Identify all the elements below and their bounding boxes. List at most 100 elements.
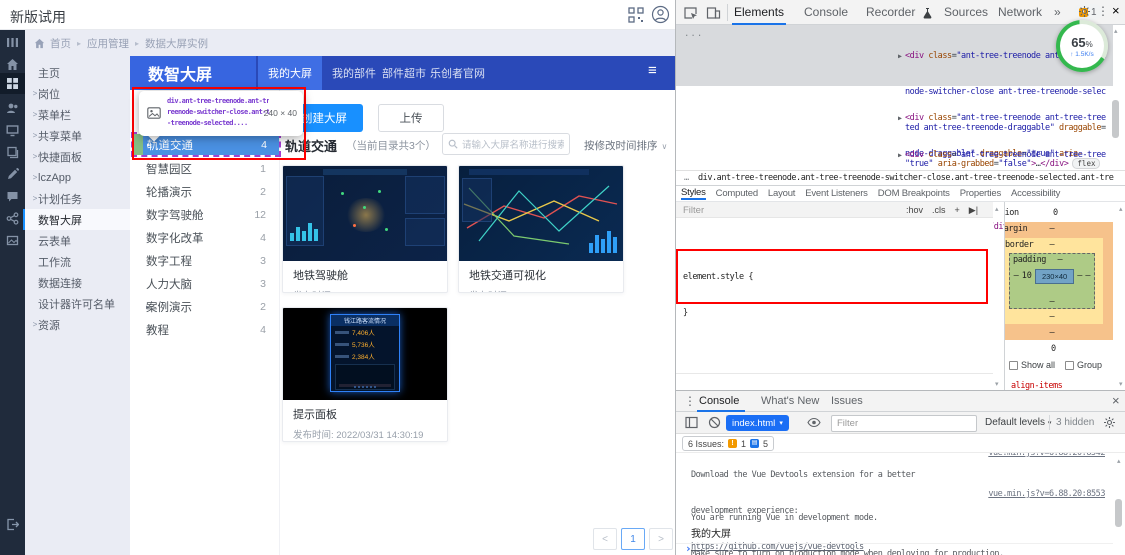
tab-properties[interactable]: Properties [960,188,1001,199]
breadcrumb-app-management[interactable]: 应用管理 [87,36,129,51]
sidebar-item-designer-license[interactable]: 设计器许可名单 [25,293,130,314]
expand-panel-icon[interactable]: ▶| [969,205,978,216]
drawer-tab-whats-new[interactable]: What's New [761,395,819,407]
share-nodes-icon[interactable] [6,212,19,225]
devtools-tab-elements[interactable]: Elements [734,5,784,19]
sidebar-item-data-connection[interactable]: 数据连接 [25,272,130,293]
tab-event-listeners[interactable]: Event Listeners [805,188,867,199]
close-drawer-icon[interactable]: × [1112,393,1120,408]
css-rule-selected-bg[interactable]: 155.f96d202…e0620.css:1.lcz-mange-tree-c… [676,373,993,390]
tree-item-carousel-demo[interactable]: 轮播演示2 [130,181,278,203]
tree-item-digital-engineering[interactable]: 数字工程3 [130,250,278,272]
device-toolbar-icon[interactable] [706,5,721,20]
close-devtools-icon[interactable]: × [1112,3,1120,18]
sidebar-item-home[interactable]: 主页 [25,62,130,83]
screen-card-metro-visualization[interactable]: 地铁交通可视化 发布时间: 2022/01/21 11:44:40 [458,165,624,293]
tree-item-digital-cockpit[interactable]: 数字驾驶舱12 [130,204,278,226]
styles-filter-input[interactable]: Filter [683,205,704,216]
context-selector[interactable]: index.html▾ [726,415,789,431]
devtools-tab-network[interactable]: Network [998,5,1042,19]
sort-select[interactable]: 按修改时间排序∨ [584,138,667,153]
scroll-up-icon[interactable]: ▴ [1114,27,1118,35]
issues-chip[interactable]: 6 Issues: ! 1 ▤ 5 [682,436,774,451]
users-icon[interactable] [6,102,19,115]
scroll-up-icon[interactable]: ▴ [1117,457,1121,465]
show-all-checkbox[interactable]: Show all [1009,360,1055,370]
tree-item-digital-reform[interactable]: 数字化改革4 [130,227,278,249]
breadcrumb-home[interactable]: 首页 [50,36,71,51]
toggle-cls[interactable]: .cls [932,205,946,216]
menu-bars-icon[interactable] [6,36,19,49]
group-checkbox[interactable]: Group [1065,360,1102,370]
drawer-kebab-icon[interactable]: ⋮ [684,394,696,408]
tab-styles[interactable]: Styles [681,187,706,200]
eye-icon[interactable] [807,416,821,429]
search-input[interactable]: 请输入大屏名称进行搜索 [442,133,570,155]
sidebar-item-scheduled-tasks[interactable]: >计划任务 [25,188,130,209]
new-rule-button[interactable]: + [955,205,960,216]
home-icon[interactable] [6,58,19,71]
log-levels-select[interactable]: Default levels ▾ [985,417,1051,428]
source-link[interactable]: vue.min.js?v=6.88.20:8553 [988,488,1105,500]
tab-my-widgets[interactable]: 我的部件 [332,56,376,90]
box-model-padding[interactable]: padding – – 10 230×40 – – – [1009,253,1095,309]
tab-accessibility[interactable]: Accessibility [1011,188,1060,199]
layers-icon[interactable] [6,146,19,159]
settings-gear-icon[interactable] [1078,5,1091,18]
console-message-log[interactable]: 我的大屏 [676,527,1113,544]
clear-console-icon[interactable] [708,416,721,429]
sidebar-item-smart-screen[interactable]: 数智大屏 [25,209,130,230]
scroll-down-icon[interactable]: ▾ [995,380,999,388]
toggle-hov[interactable]: :hov [906,205,923,216]
user-avatar-icon[interactable] [651,5,670,24]
console-scrollbar[interactable] [1115,499,1122,527]
scroll-up-icon[interactable]: ▴ [1119,205,1123,213]
pagination-next-button[interactable]: > [649,528,673,550]
devtools-tab-recorder[interactable]: Recorder [866,5,915,19]
qr-code-icon[interactable] [628,7,644,23]
console-prompt[interactable]: › [685,543,691,555]
box-model-border[interactable]: border – padding – – 10 230×40 – – – [1005,238,1103,324]
scroll-down-icon[interactable]: ▾ [1119,380,1123,388]
tree-item-smart-park[interactable]: 智慧园区1 [130,158,278,180]
tab-computed[interactable]: Computed [716,188,758,199]
drawer-tab-issues[interactable]: Issues [831,395,863,407]
tab-official-site[interactable]: 乐创者官网 [430,56,485,90]
screen-card-tip-panel[interactable]: 钱江路客流情况 7,406人 5,736人 2,384人 提示面板 发布时间: … [282,307,448,442]
drawer-tab-console[interactable]: Console [699,395,739,407]
sidebar-item-menubar[interactable]: >菜单栏 [25,104,130,125]
sidebar-item-quick-panel[interactable]: >快捷面板 [25,146,130,167]
apps-grid-icon[interactable] [6,77,19,90]
tab-layout[interactable]: Layout [768,188,795,199]
monitor-icon[interactable] [6,124,19,137]
sidebar-item-cloud-form[interactable]: 云表单 [25,230,130,251]
tab-my-screens[interactable]: 我的大屏 [258,56,322,90]
chat-icon[interactable] [6,190,19,203]
pagination-page-1[interactable]: 1 [621,528,645,550]
sidebar-item-shared-menu[interactable]: >共享菜单 [25,125,130,146]
tab-dom-breakpoints[interactable]: DOM Breakpoints [878,188,950,199]
tree-item-case-demo[interactable]: ▸案例演示2 [130,296,278,318]
devtools-tab-sources[interactable]: Sources [944,5,988,19]
elements-breadcrumb[interactable]: … div.ant-tree-treenode.ant-tree-treenod… [684,172,1114,184]
devtools-tab-console[interactable]: Console [804,5,848,19]
console-filter-input[interactable]: Filter [831,415,977,432]
logout-icon[interactable] [6,518,19,531]
console-sidebar-toggle-icon[interactable] [685,416,698,429]
more-tabs-icon[interactable]: » [1054,5,1061,19]
sidebar-item-lczapp[interactable]: >lczApp [25,167,130,188]
console-settings-gear-icon[interactable] [1103,416,1116,429]
box-model-content[interactable]: 230×40 [1035,269,1074,284]
tree-item-hr-brain[interactable]: 人力大脑3 [130,273,278,295]
sidebar-item-posts[interactable]: >岗位 [25,83,130,104]
tree-item-tutorial[interactable]: 教程4 [130,319,278,341]
source-link[interactable]: vue.min.js?v=6.88.20:8542 [988,453,1105,459]
sidebar-item-workflow[interactable]: 工作流 [25,251,130,272]
pagination-prev-button[interactable]: < [593,528,617,550]
element-node[interactable]: ▶<div class="ant-tree-treenode ant-tree-… [898,161,1110,170]
elements-scrollbar[interactable] [1112,100,1119,138]
upload-button[interactable]: 上传 [378,104,444,132]
tab-widget-market[interactable]: 部件超市 [382,56,426,90]
image-card-icon[interactable] [6,234,19,247]
element-style-rule[interactable]: element.style { [676,271,993,283]
